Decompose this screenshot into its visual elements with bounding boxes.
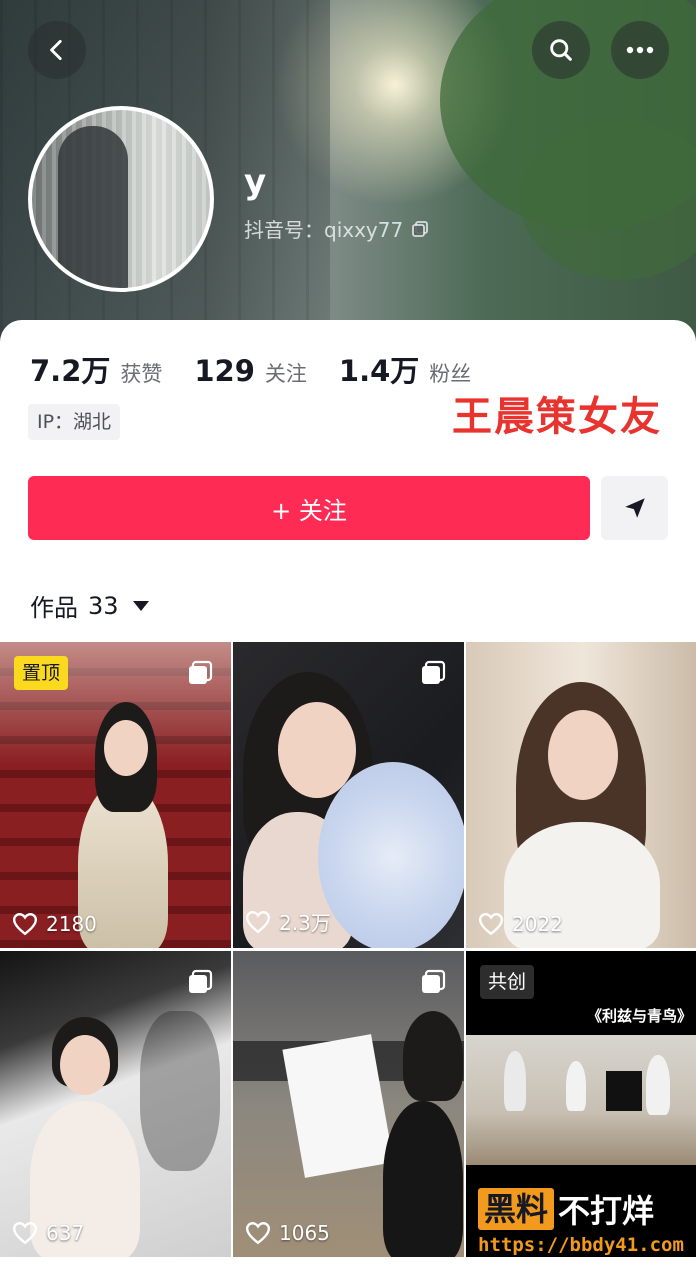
search-icon bbox=[550, 39, 572, 61]
douyin-id-text: 抖音号：qixxy77 bbox=[244, 218, 404, 242]
avatar[interactable] bbox=[28, 106, 214, 292]
douyin-id[interactable]: 抖音号：qixxy77 bbox=[244, 214, 429, 243]
heart-icon bbox=[12, 913, 38, 936]
pinned-badge: 置顶 bbox=[14, 656, 69, 690]
likes-label: 获赞 bbox=[120, 362, 163, 386]
likes-count: 7.2万 bbox=[30, 354, 111, 388]
site-watermark: 黑料 不打烊 https://bbdy41.com bbox=[478, 1186, 696, 1264]
video-thumbnail[interactable]: 置顶 2180 bbox=[0, 642, 231, 948]
likes-value: 2022 bbox=[512, 912, 563, 936]
more-icon bbox=[626, 46, 654, 54]
works-label: 作品 bbox=[30, 594, 78, 622]
search-button[interactable] bbox=[532, 21, 590, 79]
watermark-text: 不打烊 bbox=[558, 1192, 655, 1230]
multi-image-icon bbox=[422, 660, 446, 684]
username: y bbox=[244, 162, 267, 202]
background-foliage bbox=[520, 120, 696, 280]
video-thumbnail[interactable]: 2.3万 bbox=[233, 642, 464, 948]
heart-icon bbox=[245, 1222, 271, 1245]
video-likes: 2.3万 bbox=[245, 907, 331, 936]
share-button[interactable] bbox=[601, 476, 668, 540]
share-send-icon bbox=[624, 498, 645, 518]
heart-icon bbox=[478, 913, 504, 936]
co-creation-badge: 共创 bbox=[480, 965, 535, 999]
follow-button[interactable]: + 关注 bbox=[28, 476, 590, 540]
avatar-silhouette bbox=[58, 126, 128, 288]
video-likes: 1065 bbox=[245, 1221, 330, 1245]
heart-icon bbox=[245, 910, 271, 933]
works-tab[interactable]: 作品 33 bbox=[30, 588, 149, 623]
more-button[interactable] bbox=[611, 21, 669, 79]
following-label[interactable]: 关注 bbox=[265, 358, 307, 388]
video-caption: 《利兹与青鸟》 bbox=[586, 1007, 692, 1025]
back-icon bbox=[50, 39, 62, 61]
ip-location-tag: IP：湖北 bbox=[28, 404, 121, 440]
copy-icon[interactable] bbox=[411, 220, 429, 238]
video-grid: 置顶 2180 2.3万 2022 637 1065 共创 《利兹与青鸟》 bbox=[0, 642, 696, 1257]
likes-value: 2.3万 bbox=[279, 911, 331, 935]
video-likes: 637 bbox=[12, 1221, 84, 1245]
multi-image-icon bbox=[189, 660, 213, 684]
likes-value: 2180 bbox=[46, 912, 97, 936]
multi-image-icon bbox=[422, 969, 446, 993]
watermark-line: 黑料 不打烊 bbox=[478, 1186, 696, 1232]
likes-value: 1065 bbox=[279, 1221, 330, 1245]
likes-value: 637 bbox=[46, 1221, 85, 1245]
following-count[interactable]: 129 bbox=[194, 354, 255, 388]
stats-row: 7.2万 获赞 129 关注 1.4万 粉丝 bbox=[30, 348, 503, 390]
dropdown-caret-icon bbox=[132, 600, 149, 611]
video-thumbnail[interactable]: 1065 bbox=[233, 951, 464, 1257]
watermark-box: 黑料 bbox=[478, 1188, 555, 1230]
followers-count[interactable]: 1.4万 bbox=[339, 348, 419, 390]
watermark-url: https://bbdy41.com bbox=[478, 1234, 684, 1256]
video-likes: 2180 bbox=[12, 912, 97, 936]
video-thumbnail[interactable]: 637 bbox=[0, 951, 231, 1257]
overlay-caption: 王晨策女友 bbox=[452, 394, 662, 440]
video-likes: 2022 bbox=[478, 912, 563, 936]
multi-image-icon bbox=[189, 969, 213, 993]
back-button[interactable] bbox=[28, 21, 86, 79]
heart-icon bbox=[12, 1222, 38, 1245]
video-thumbnail[interactable]: 2022 bbox=[466, 642, 696, 948]
works-count: 33 bbox=[88, 591, 119, 620]
